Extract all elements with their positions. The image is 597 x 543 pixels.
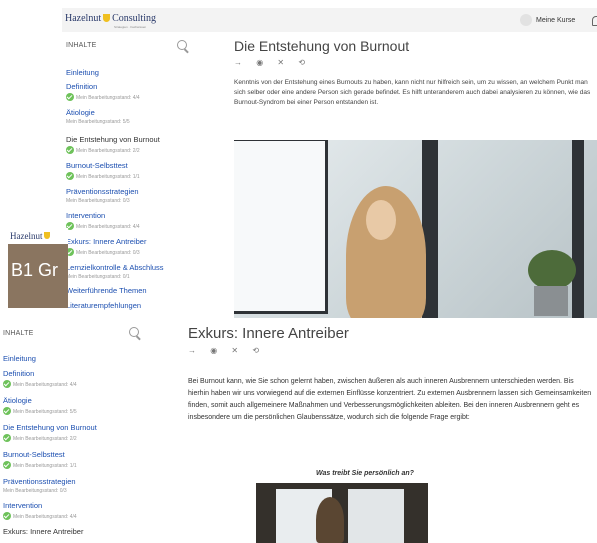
- window-mullion: [572, 140, 584, 318]
- sidebar-heading: INHALTE: [3, 330, 34, 337]
- progress-entstehung: Mein Bearbeitungsstand: 2/2: [3, 434, 77, 442]
- bell-icon[interactable]: [592, 16, 597, 26]
- progress-text: Mein Bearbeitungsstand: 5/5: [13, 409, 77, 415]
- window-pane: [348, 489, 404, 543]
- fragment-logo: Hazelnut: [10, 231, 51, 241]
- sidebar-item-intervention[interactable]: Intervention: [66, 211, 105, 220]
- progress-text: Mein Bearbeitungsstand: 0/3: [3, 488, 67, 494]
- progress-text: Mein Bearbeitungsstand: 4/4: [76, 224, 140, 230]
- sidebar-item-selbsttest[interactable]: Burnout-Selbsttest: [3, 450, 65, 459]
- check-icon: [3, 407, 11, 415]
- check-icon: [3, 512, 11, 520]
- page-action-icons[interactable]: → ◉ ✕ ⟲: [234, 58, 311, 67]
- shield-icon: [103, 14, 111, 22]
- progress-text: Mein Bearbeitungsstand: 2/2: [13, 436, 77, 442]
- progress-text: Mein Bearbeitungsstand: 1/1: [13, 463, 77, 469]
- logo-text-2: Consulting: [112, 13, 156, 24]
- sidebar-item-definition[interactable]: Definition: [66, 82, 97, 91]
- check-icon: [3, 434, 11, 442]
- progress-selbsttest: Mein Bearbeitungsstand: 1/1: [66, 172, 140, 180]
- sidebar-item-aetiologie[interactable]: Ätiologie: [66, 108, 95, 117]
- shield-icon: [44, 232, 51, 239]
- my-courses-link[interactable]: Meine Kurse: [536, 17, 575, 24]
- progress-aetiologie: Mein Bearbeitungsstand: 5/5: [3, 407, 77, 415]
- progress-definition: Mein Bearbeitungsstand: 4/4: [3, 380, 77, 388]
- progress-text: Mein Bearbeitungsstand: 1/1: [76, 174, 140, 180]
- progress-text: Mein Bearbeitungsstand: 4/4: [13, 382, 77, 388]
- fragment-text: B1 Gr: [11, 260, 59, 280]
- sidebar-item-weiterfuehrend[interactable]: Weiterführende Themen: [66, 286, 147, 295]
- progress-text: Mein Bearbeitungsstand: 2/2: [76, 148, 140, 154]
- overlap-fragment: Hazelnut B1 Gr: [8, 228, 68, 308]
- fragment-logo-text: Hazelnut: [10, 231, 43, 241]
- sidebar-item-entstehung[interactable]: Die Entstehung von Burnout: [66, 135, 160, 144]
- check-icon: [3, 380, 11, 388]
- progress-definition: Mein Bearbeitungsstand: 4/4: [66, 93, 140, 101]
- sidebar-item-exkurs[interactable]: Exkurs: Innere Antreiber: [66, 237, 146, 246]
- main-content-2: Exkurs: Innere Antreiber → ◉ ✕ ⟲ Bei Bur…: [188, 320, 597, 543]
- page-body: Kenntnis von der Entstehung eines Burnou…: [234, 79, 591, 106]
- sidebar-heading: INHALTE: [66, 42, 97, 49]
- main-content: Die Entstehung von Burnout → ◉ ✕ ⟲ Kennt…: [234, 34, 597, 318]
- sidebar-item-selbsttest[interactable]: Burnout-Selbsttest: [66, 161, 128, 170]
- sidebar-item-intervention[interactable]: Intervention: [3, 501, 42, 510]
- check-icon: [66, 172, 74, 180]
- progress-aetiologie: Mein Bearbeitungsstand: 5/5: [66, 119, 130, 125]
- burnout-photo: [234, 140, 597, 318]
- sidebar-item-literatur[interactable]: Literaturempfehlungen: [66, 301, 141, 310]
- top-bar: Hazelnut Consulting Strategien · Fachwiss…: [62, 8, 597, 32]
- check-icon: [66, 93, 74, 101]
- progress-text: Mein Bearbeitungsstand: 5/5: [66, 119, 130, 125]
- plant-pot: [534, 286, 568, 316]
- sidebar-item-entstehung[interactable]: Die Entstehung von Burnout: [3, 423, 97, 432]
- sidebar-item-exkurs[interactable]: Exkurs: Innere Antreiber: [3, 527, 83, 536]
- progress-text: Mein Bearbeitungsstand: 4/4: [13, 514, 77, 520]
- sidebar-item-praevention[interactable]: Präventionsstrategien: [66, 187, 139, 196]
- plant: [528, 250, 576, 290]
- screenshot-top: Hazelnut Consulting Strategien · Fachwiss…: [62, 0, 597, 318]
- page-body: Bei Burnout kann, wie Sie schon gelernt …: [188, 378, 592, 421]
- search-icon[interactable]: [129, 327, 139, 337]
- window-photo: [256, 483, 428, 543]
- progress-intervention: Mein Bearbeitungsstand: 4/4: [3, 512, 77, 520]
- sidebar-item-aetiologie[interactable]: Ätiologie: [3, 396, 32, 405]
- search-icon[interactable]: [177, 40, 187, 50]
- check-icon: [3, 461, 11, 469]
- progress-text: Mein Bearbeitungsstand: 0/1: [66, 274, 130, 280]
- progress-praevention: Mein Bearbeitungsstand: 0/3: [66, 198, 130, 204]
- progress-text: Mein Bearbeitungsstand: 0/3: [66, 198, 130, 204]
- window-frame: [234, 140, 328, 314]
- page-title: Exkurs: Innere Antreiber: [188, 325, 349, 342]
- sidebar-2: INHALTE Einleitung Definition Mein Bearb…: [0, 320, 180, 537]
- avatar[interactable]: [520, 14, 532, 26]
- progress-lernziel: Mein Bearbeitungsstand: 0/1: [66, 274, 130, 280]
- logo-text: Hazelnut: [65, 13, 102, 24]
- sidebar-item-definition[interactable]: Definition: [3, 369, 34, 378]
- progress-intervention: Mein Bearbeitungsstand: 4/4: [66, 222, 140, 230]
- image-caption: Was treibt Sie persönlich an?: [316, 470, 414, 477]
- progress-entstehung: Mein Bearbeitungsstand: 2/2: [66, 146, 140, 154]
- person-face: [366, 200, 396, 240]
- sidebar: INHALTE Einleitung Definition Mein Bearb…: [62, 34, 230, 318]
- progress-exkurs: Mein Bearbeitungsstand: 0/3: [66, 248, 140, 256]
- sidebar-item-praevention[interactable]: Präventionsstrategien: [3, 477, 76, 486]
- sidebar-item-einleitung[interactable]: Einleitung: [3, 354, 36, 363]
- person-silhouette: [316, 497, 344, 543]
- page-action-icons[interactable]: → ◉ ✕ ⟲: [188, 346, 265, 355]
- logo-subtitle: Strategien · Fachwissen: [114, 25, 147, 29]
- check-icon: [66, 146, 74, 154]
- progress-text: Mein Bearbeitungsstand: 4/4: [76, 95, 140, 101]
- page-title: Die Entstehung von Burnout: [234, 38, 410, 54]
- logo[interactable]: Hazelnut Consulting: [65, 13, 156, 24]
- progress-praevention: Mein Bearbeitungsstand: 0/3: [3, 488, 67, 494]
- progress-text: Mein Bearbeitungsstand: 0/3: [76, 250, 140, 256]
- sidebar-item-einleitung[interactable]: Einleitung: [66, 68, 99, 77]
- sidebar-item-lernziel[interactable]: Lernzielkontrolle & Abschluss: [66, 263, 164, 272]
- progress-selbsttest: Mein Bearbeitungsstand: 1/1: [3, 461, 77, 469]
